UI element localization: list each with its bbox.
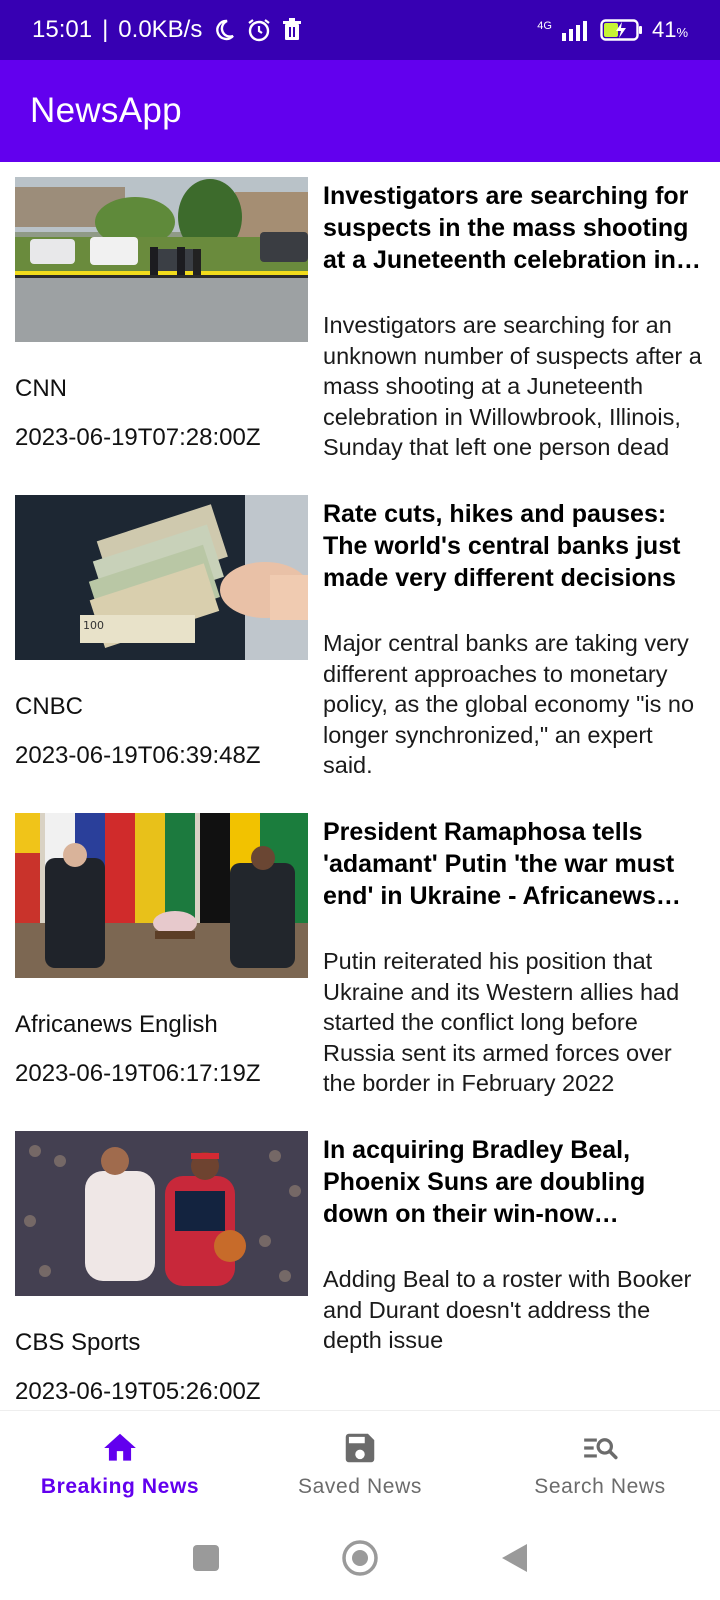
signal-icon [561, 19, 592, 41]
article-published-at: 2023-06-19T07:28:00Z [15, 424, 261, 451]
recents-icon[interactable] [191, 1543, 221, 1578]
app-title: NewsApp [30, 91, 182, 130]
article-item[interactable]: In acquiring Bradley Beal, Phoenix Suns … [0, 1116, 720, 1410]
battery-value: 41 [651, 17, 677, 42]
nav-search-news[interactable]: Search News [480, 1411, 720, 1520]
article-published-at: 2023-06-19T05:26:00Z [15, 1378, 261, 1405]
article-item[interactable]: 100 Rate cuts, hikes and pauses: The wor… [0, 480, 720, 798]
article-source: CNN [15, 375, 67, 402]
article-item[interactable]: President Ramaphosa tells 'adamant' Puti… [0, 798, 720, 1116]
article-description: Adding Beal to a roster with Booker and … [323, 1266, 692, 1353]
article-source: CBS Sports [15, 1329, 141, 1356]
article-title: Investigators are searching for suspects… [323, 182, 689, 274]
moon-icon [212, 18, 236, 42]
article-published-at: 2023-06-19T06:39:48Z [15, 742, 261, 769]
nav-label-breaking-news: Breaking News [40, 1475, 200, 1498]
nav-label-saved-news: Saved News [298, 1475, 422, 1498]
article-description: Major central banks are taking very diff… [323, 630, 695, 778]
network-type: 4G [537, 20, 552, 32]
nav-breaking-news[interactable]: Breaking News [0, 1411, 240, 1520]
home-icon [104, 1433, 136, 1461]
article-published-at: 2023-06-19T06:17:19Z [15, 1060, 261, 1087]
status-separator: | [102, 16, 109, 43]
article-title: In acquiring Bradley Beal, Phoenix Suns … [323, 1136, 646, 1228]
article-description: Putin reiterated his position that Ukrai… [323, 948, 680, 1096]
article-list[interactable]: Investigators are searching for suspects… [0, 162, 720, 1410]
nav-saved-news[interactable]: Saved News [240, 1411, 480, 1520]
article-item[interactable]: Investigators are searching for suspects… [0, 162, 720, 480]
article-title: Rate cuts, hikes and pauses: The world's… [323, 500, 681, 592]
status-time: 15:01 [32, 16, 93, 43]
status-speed: 0.0KB/s [118, 16, 203, 43]
save-icon [345, 1433, 375, 1463]
home-button-icon[interactable] [341, 1539, 379, 1582]
back-icon[interactable] [499, 1542, 529, 1579]
article-source: CNBC [15, 693, 84, 720]
article-image [15, 177, 308, 342]
bottom-navigation: Breaking News Saved News Search News [0, 1410, 720, 1520]
battery-charging-icon [600, 18, 644, 42]
status-bar: 15:01 | 0.0KB/s 4G 41% [0, 0, 720, 60]
article-image [15, 813, 308, 978]
trash-icon [282, 18, 302, 42]
status-left: 15:01 | 0.0KB/s [32, 16, 302, 44]
article-image [15, 1131, 308, 1296]
search-list-icon [584, 1438, 618, 1460]
article-image: 100 [15, 495, 308, 660]
alarm-icon [246, 17, 272, 43]
app-bar: NewsApp [0, 60, 720, 162]
nav-label-search-news: Search News [534, 1475, 666, 1498]
article-source: Africanews English [15, 1011, 218, 1038]
status-right: 4G 41% [537, 17, 688, 43]
battery-level: 41% [652, 17, 688, 43]
battery-unit: % [676, 25, 688, 40]
article-title: President Ramaphosa tells 'adamant' Puti… [323, 818, 675, 910]
svg-text:100: 100 [83, 619, 104, 632]
system-navigation-bar [0, 1520, 720, 1600]
article-description: Investigators are searching for an unkno… [323, 312, 702, 460]
